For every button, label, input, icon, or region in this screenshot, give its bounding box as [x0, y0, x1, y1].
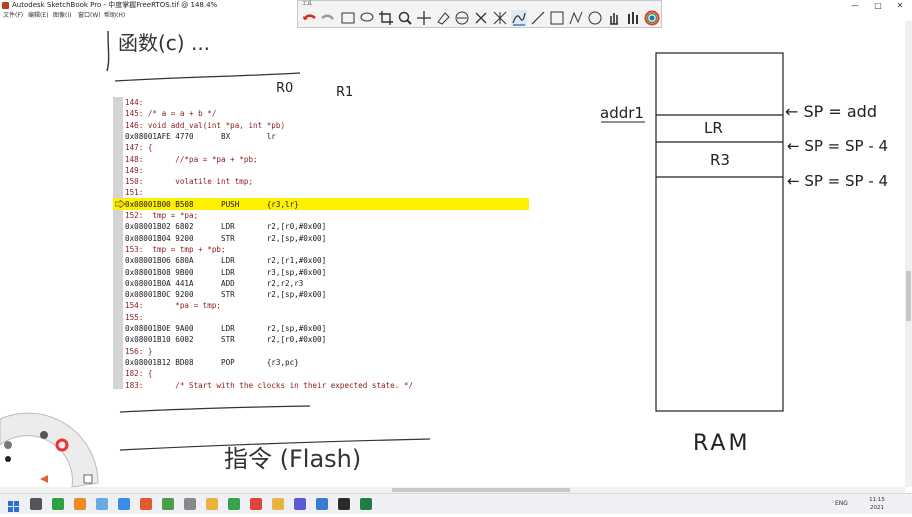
redo-icon[interactable] [320, 10, 336, 26]
maximize-button[interactable]: □ [868, 0, 888, 11]
asm-line[interactable]: 0x08001B08 9B00 LDR r3,[sp,#0x00] [125, 267, 326, 278]
hand-icon[interactable] [606, 10, 622, 26]
zoom-icon[interactable] [397, 10, 413, 26]
windows-icon[interactable] [8, 498, 20, 512]
flip-icon[interactable] [492, 10, 508, 26]
addr1-label: addr1 [600, 104, 644, 122]
settings-icon[interactable] [184, 498, 196, 510]
toolbar: 工具 [297, 0, 662, 28]
vertical-scrollbar[interactable] [905, 21, 912, 487]
source-line[interactable]: 149: [125, 165, 143, 176]
symmetry-icon[interactable] [454, 10, 470, 26]
lagoon-tool-wheel[interactable] [0, 407, 100, 488]
notes-icon[interactable] [316, 498, 328, 510]
chrome-icon[interactable] [250, 498, 262, 510]
menu-help[interactable]: 帮助(H) [104, 11, 125, 21]
asm-line[interactable]: 0x08001B00 B508 PUSH {r3,lr} [125, 199, 299, 210]
taskview-icon[interactable] [30, 498, 42, 510]
lasso-icon[interactable] [359, 10, 375, 26]
app-icon [2, 2, 9, 9]
source-line[interactable]: 182: { [125, 368, 152, 379]
system-clock[interactable]: 11:15 2021 [864, 496, 890, 512]
msg-icon[interactable] [140, 498, 152, 510]
download-icon[interactable] [162, 498, 174, 510]
close-button[interactable]: ✕ [890, 0, 910, 11]
curve-icon[interactable] [511, 10, 527, 26]
sketch-icon[interactable] [294, 498, 306, 510]
asm-line[interactable]: 0x08001B0E 9A00 LDR r2,[sp,#0x00] [125, 323, 326, 334]
line-icon[interactable] [530, 10, 546, 26]
current-pc-arrow-icon [115, 200, 125, 208]
rect-icon[interactable] [549, 10, 565, 26]
asm-line[interactable]: 0x08001B0C 9200 STR r2,[sp,#0x00] [125, 289, 326, 300]
source-line[interactable]: 146: void add_val(int *pa, int *pb) [125, 120, 285, 131]
taskbar: ENG 11:15 2021 [0, 493, 912, 514]
sp-minus4-label-2: ← SP = SP - 4 [787, 172, 889, 190]
ime-indicator[interactable]: ENG [835, 494, 848, 514]
chat-icon[interactable] [74, 498, 86, 510]
phone-icon[interactable] [228, 498, 240, 510]
menu-file[interactable]: 文件(F) [3, 11, 23, 21]
toolbar-label: 工具 [302, 1, 313, 7]
source-line[interactable]: 152: tmp = *pa; [125, 210, 198, 221]
drawing-canvas[interactable]: 函数(c) ... R0 R1 &a B: 指令 (Flash) addr1 ←… [0, 21, 906, 488]
excel-icon[interactable] [360, 498, 372, 510]
r0-label: R0 [276, 81, 294, 96]
source-line[interactable]: 145: /* a = a + b */ [125, 108, 216, 119]
horizontal-scroll-thumb[interactable] [392, 488, 570, 492]
asm-line[interactable]: 0x08001B04 9200 STR r2,[sp,#0x00] [125, 233, 326, 244]
menu-window[interactable]: 窗口(W) [78, 11, 101, 21]
source-line[interactable]: 148: //*pa = *pa + *pb; [125, 154, 258, 165]
explorer-icon[interactable] [272, 498, 284, 510]
browser-icon[interactable] [118, 498, 130, 510]
sp-add-label: ← SP = add [785, 102, 877, 121]
lr-label: LR [704, 119, 723, 137]
distort-icon[interactable] [473, 10, 489, 26]
terminal-icon[interactable] [338, 498, 350, 510]
source-line[interactable]: 151: [125, 187, 143, 198]
ellipse-icon[interactable] [587, 10, 603, 26]
color-wheel-icon[interactable] [644, 10, 660, 26]
disassembly-panel: 144: 145: /* a = a + b */146: void add_va… [113, 97, 529, 391]
source-line[interactable]: 150: volatile int tmp; [125, 176, 253, 187]
source-line[interactable]: 156: } [125, 346, 152, 357]
asm-line[interactable]: 0x08001B10 6002 STR r2,[r0,#0x00] [125, 334, 326, 345]
move-icon[interactable] [416, 10, 432, 26]
ram-label: RAM [693, 431, 751, 456]
vertical-scroll-thumb[interactable] [906, 271, 911, 321]
wechat-icon[interactable] [52, 498, 64, 510]
source-line[interactable]: 147: { [125, 142, 152, 153]
clock-time: 11:15 [869, 497, 885, 503]
undo-icon[interactable] [301, 10, 317, 26]
source-line[interactable]: 183: /* Start with the clocks in their e… [125, 380, 413, 391]
folder-icon[interactable] [206, 498, 218, 510]
source-line[interactable]: 153: tmp = tmp + *pb; [125, 244, 226, 255]
top-note: 函数(c) ... [118, 31, 211, 55]
menu-image[interactable]: 图像(I) [53, 11, 71, 21]
cloud-icon[interactable] [96, 498, 108, 510]
asm-line[interactable]: 0x08001AFE 4770 BX lr [125, 131, 276, 142]
breakpoint-gutter[interactable] [113, 97, 123, 389]
eraser-icon[interactable] [435, 10, 451, 26]
asm-line[interactable]: 0x08001B12 BD08 POP {r3,pc} [125, 357, 299, 368]
asm-line[interactable]: 0x08001B02 6802 LDR r2,[r0,#0x00] [125, 221, 326, 232]
rectangle-select-icon[interactable] [340, 10, 356, 26]
source-line[interactable]: 155: [125, 312, 143, 323]
brush-set-icon[interactable] [625, 10, 641, 26]
minimize-button[interactable]: — [845, 0, 865, 11]
window-title: Autodesk SketchBook Pro - 中度掌握FreeRTOS.t… [12, 1, 218, 9]
flash-note: 指令 (Flash) [224, 445, 362, 473]
source-line[interactable]: 144: [125, 97, 143, 108]
crop-icon[interactable] [378, 10, 394, 26]
clock-year: 2021 [870, 505, 884, 511]
polyline-icon[interactable] [568, 10, 584, 26]
source-line[interactable]: 154: *pa = tmp; [125, 300, 221, 311]
asm-line[interactable]: 0x08001B0A 441A ADD r2,r2,r3 [125, 278, 303, 289]
asm-line[interactable]: 0x08001B06 680A LDR r2,[r1,#0x00] [125, 255, 326, 266]
r3-label: R3 [710, 151, 730, 169]
menu-edit[interactable]: 编辑(E) [28, 11, 48, 21]
sp-minus4-label-1: ← SP = SP - 4 [787, 137, 889, 155]
